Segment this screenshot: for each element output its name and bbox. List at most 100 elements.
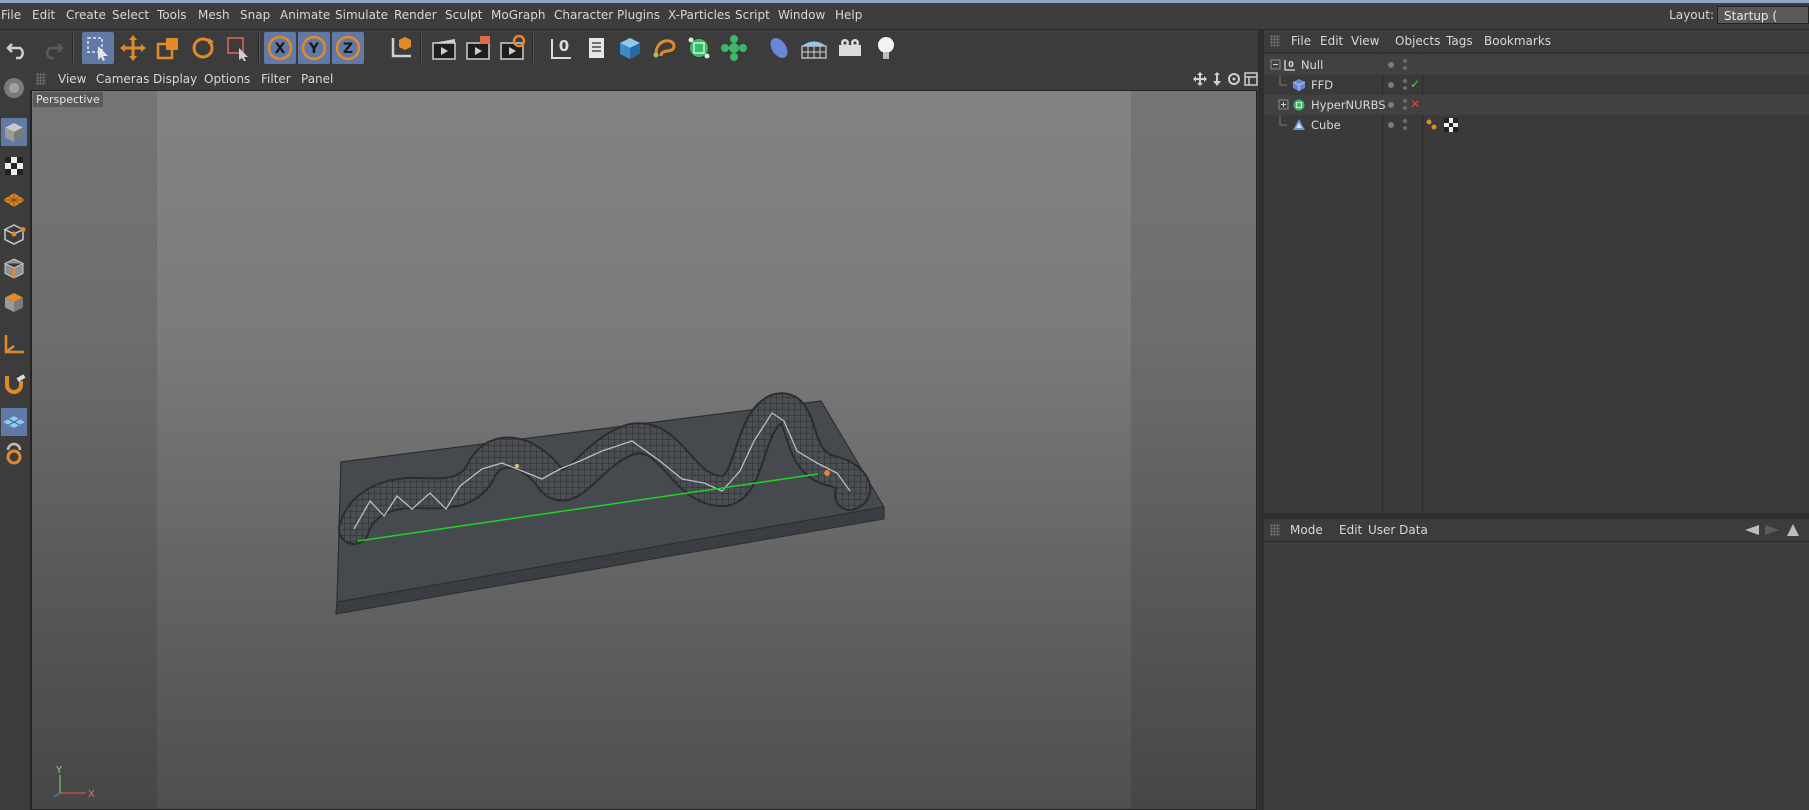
- rotate-view-icon[interactable]: [1227, 72, 1241, 86]
- light-button[interactable]: [870, 32, 902, 64]
- render-visibility-dot[interactable]: [1403, 126, 1407, 130]
- subdivision-button[interactable]: [683, 32, 715, 64]
- zoom-view-icon[interactable]: [1210, 72, 1224, 86]
- om-menu-objects[interactable]: Objects: [1395, 34, 1440, 48]
- visibility-dot[interactable]: [1388, 62, 1394, 68]
- visibility-dot[interactable]: [1388, 82, 1394, 88]
- menu-plugins[interactable]: Plugins: [617, 8, 660, 22]
- toggle-view-icon[interactable]: [1244, 72, 1258, 86]
- menu-edit[interactable]: Edit: [32, 8, 55, 22]
- x-axis-lock-button[interactable]: X: [264, 32, 296, 64]
- workplane-lock-button[interactable]: [1, 408, 27, 436]
- render-picture-viewer-button[interactable]: [462, 32, 494, 64]
- viewport-menu-options[interactable]: Options: [204, 72, 250, 86]
- move-button[interactable]: [117, 32, 149, 64]
- disabled-cross-icon[interactable]: ✕: [1410, 97, 1420, 111]
- z-axis-lock-button[interactable]: Z: [332, 32, 364, 64]
- menu-mesh[interactable]: Mesh: [198, 8, 230, 22]
- menu-tools[interactable]: Tools: [157, 8, 187, 22]
- panel-grip[interactable]: [1270, 524, 1280, 536]
- material-tag-icon[interactable]: [1444, 118, 1458, 132]
- up-arrow-icon[interactable]: [1786, 523, 1800, 537]
- viewport-menu-filter[interactable]: Filter: [261, 72, 291, 86]
- menu-x-particles[interactable]: X-Particles: [668, 8, 731, 22]
- menu-character[interactable]: Character: [554, 8, 613, 22]
- render-visibility-dot[interactable]: [1403, 106, 1407, 110]
- om-menu-bookmarks[interactable]: Bookmarks: [1484, 34, 1551, 48]
- panel-grip[interactable]: [1270, 35, 1280, 47]
- back-arrow-icon[interactable]: [1744, 524, 1760, 536]
- enable-axis-button[interactable]: [1, 330, 27, 358]
- menu-sculpt[interactable]: Sculpt: [445, 8, 482, 22]
- menu-create[interactable]: Create: [66, 8, 106, 22]
- menu-render[interactable]: Render: [394, 8, 437, 22]
- am-menu-user-data[interactable]: User Data: [1368, 523, 1428, 537]
- render-visibility-dot[interactable]: [1403, 66, 1407, 70]
- menu-animate[interactable]: Animate: [280, 8, 330, 22]
- panel-grip[interactable]: [36, 73, 46, 85]
- viewport-menu-panel[interactable]: Panel: [301, 72, 333, 86]
- menu-window[interactable]: Window: [778, 8, 825, 22]
- am-menu-mode[interactable]: Mode: [1290, 523, 1323, 537]
- coordinate-system-button[interactable]: [385, 32, 417, 64]
- editor-visibility-dot[interactable]: [1403, 79, 1407, 83]
- visibility-dot[interactable]: [1388, 102, 1394, 108]
- viewport-menu-display[interactable]: Display: [153, 72, 197, 86]
- deformer-button[interactable]: [763, 32, 795, 64]
- soft-selection-button[interactable]: [1, 440, 27, 468]
- model-mode-button[interactable]: [1, 118, 27, 146]
- edit-render-settings-button[interactable]: [496, 32, 528, 64]
- om-menu-edit[interactable]: Edit: [1320, 34, 1343, 48]
- menu-select[interactable]: Select: [112, 8, 149, 22]
- texture-mode-button[interactable]: [1, 152, 27, 180]
- y-axis-lock-button[interactable]: Y: [298, 32, 330, 64]
- om-menu-tags[interactable]: Tags: [1446, 34, 1473, 48]
- perspective-viewport[interactable]: Perspective Y X: [31, 90, 1257, 810]
- spline-button[interactable]: [580, 32, 612, 64]
- viewport-menu-cameras[interactable]: Cameras: [96, 72, 149, 86]
- editor-visibility-dot[interactable]: [1403, 59, 1407, 63]
- object-row-ffd[interactable]: FFD ✓: [1264, 75, 1809, 95]
- menu-mograph[interactable]: MoGraph: [491, 8, 546, 22]
- cube-primitive-button[interactable]: [614, 32, 646, 64]
- object-row-null[interactable]: 0 Null: [1264, 55, 1809, 75]
- pan-view-icon[interactable]: [1193, 72, 1207, 86]
- render-view-button[interactable]: [428, 32, 460, 64]
- phong-tag-icon[interactable]: [1425, 118, 1439, 132]
- tree-expand-icon[interactable]: [1278, 99, 1290, 111]
- om-menu-file[interactable]: File: [1291, 34, 1311, 48]
- render-visibility-dot[interactable]: [1403, 86, 1407, 90]
- points-mode-button[interactable]: [1, 220, 27, 248]
- menu-script[interactable]: Script: [735, 8, 770, 22]
- camera-button[interactable]: [834, 32, 866, 64]
- rotate-button[interactable]: [187, 32, 219, 64]
- live-selection-button[interactable]: [82, 32, 114, 64]
- tree-collapse-icon[interactable]: [1270, 59, 1282, 71]
- recent-tool-button[interactable]: [222, 32, 254, 64]
- edges-mode-button[interactable]: [1, 254, 27, 282]
- object-row-hypernurbs[interactable]: HyperNURBS ✕: [1264, 95, 1809, 115]
- editor-visibility-dot[interactable]: [1403, 99, 1407, 103]
- menu-file[interactable]: File: [1, 8, 21, 22]
- viewport-menu-view[interactable]: View: [58, 72, 86, 86]
- am-menu-edit[interactable]: Edit: [1339, 523, 1362, 537]
- polygons-mode-button[interactable]: [1, 288, 27, 316]
- scale-button[interactable]: [152, 32, 184, 64]
- visibility-dot[interactable]: [1388, 122, 1394, 128]
- forward-arrow-icon[interactable]: [1764, 524, 1780, 536]
- undo-button[interactable]: [2, 32, 34, 64]
- editor-visibility-dot[interactable]: [1403, 119, 1407, 123]
- menu-snap[interactable]: Snap: [240, 8, 270, 22]
- snapping-button[interactable]: [1, 370, 27, 398]
- om-menu-view[interactable]: View: [1351, 34, 1379, 48]
- enabled-check-icon[interactable]: ✓: [1410, 77, 1420, 91]
- floor-button[interactable]: [798, 32, 830, 64]
- array-button[interactable]: [718, 32, 750, 64]
- workplane-mode-button[interactable]: [1, 186, 27, 214]
- layout-dropdown[interactable]: Startup (: [1717, 6, 1809, 24]
- redo-button[interactable]: [36, 32, 68, 64]
- null-object-button[interactable]: 0: [545, 32, 577, 64]
- generator-button[interactable]: [649, 32, 681, 64]
- object-row-cube[interactable]: Cube: [1264, 115, 1809, 135]
- menu-simulate[interactable]: Simulate: [335, 8, 388, 22]
